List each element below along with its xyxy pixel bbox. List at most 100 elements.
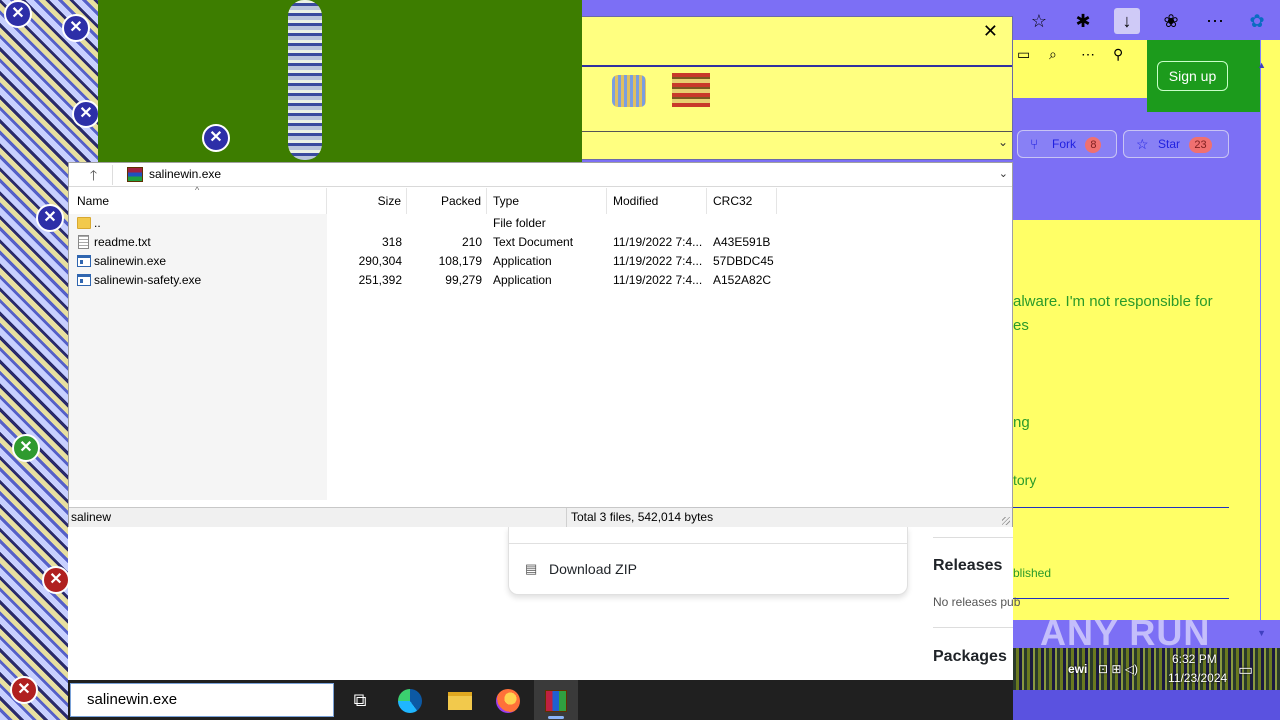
file-name: .. — [94, 216, 101, 230]
status-total: Total 3 files, 542,014 bytes — [566, 508, 713, 527]
divider — [933, 537, 1013, 538]
file-type: Application — [493, 273, 552, 287]
taskbar: ⧉ — [68, 680, 1013, 720]
folder-icon[interactable]: ▭ — [1017, 46, 1030, 63]
zip-file-icon: ▤ — [525, 561, 538, 576]
archive-path[interactable]: salinewin.exe — [149, 167, 221, 181]
file-modified: 11/19/2022 7:4... — [613, 273, 703, 287]
taskbar-firefox[interactable] — [486, 680, 530, 720]
star-button[interactable]: ☆ Star 23 — [1123, 130, 1229, 158]
status-bar: salinew Total 3 files, 542,014 bytes — [69, 507, 1012, 527]
winrar-icon — [545, 689, 567, 712]
file-row-parent[interactable]: .. File folder — [69, 214, 777, 233]
edge-icon — [398, 688, 422, 713]
file-row[interactable]: salinewin.exe 290,304 108,179 Applicatio… — [69, 252, 777, 271]
column-header-crc32[interactable]: CRC32 — [707, 188, 777, 214]
divider — [1013, 598, 1229, 599]
github-page-side: ▭ ⌕ ⋯ ⚲ Sign up ⑂ Fork 8 ☆ Star 23 alwar… — [1013, 40, 1280, 638]
application-icon — [77, 255, 91, 267]
glitch-close-icon: ✕ — [12, 434, 40, 462]
scroll-down-icon[interactable]: ▼ — [1257, 628, 1266, 638]
glitch-close-icon: ✕ — [62, 14, 90, 42]
winrar-archive-icon — [127, 167, 143, 182]
file-type: File folder — [493, 216, 546, 230]
releases-published-text: blished — [1013, 566, 1052, 580]
task-view-button[interactable]: ⧉ — [338, 680, 382, 720]
network-icon[interactable]: ⊡ ⊞ ◁) — [1098, 662, 1138, 676]
signup-area: Sign up — [1147, 40, 1260, 112]
scrollbar[interactable] — [1260, 40, 1268, 620]
packages-heading[interactable]: Packages — [933, 648, 1007, 666]
close-icon[interactable]: ✕ — [983, 21, 998, 42]
file-crc32: A152A82C — [713, 273, 772, 287]
download-panel: ✕ ▭ ⌄ — [582, 16, 1031, 160]
file-name: salinewin-safety.exe — [94, 273, 202, 287]
about-link[interactable]: ng — [1013, 414, 1030, 431]
file-name: readme.txt — [94, 235, 151, 249]
tray-clock[interactable]: 6:32 PM — [1172, 652, 1217, 666]
about-link[interactable]: tory — [1013, 472, 1036, 488]
up-folder-button[interactable]: 🡑 — [75, 165, 113, 185]
notification-icon[interactable]: ▭ — [1238, 660, 1253, 680]
downloads-icon[interactable]: ↓ — [1114, 8, 1140, 34]
glitch-close-icon: ✕ — [202, 124, 230, 152]
file-row[interactable]: readme.txt 318 210 Text Document 11/19/2… — [69, 233, 777, 252]
address-bar: 🡑 salinewin.exe ⌄ — [69, 163, 1012, 187]
winrar-window: 🡑 salinewin.exe ⌄ Name ^ Size Packed Typ… — [68, 162, 1013, 527]
tray-app-label[interactable]: ewi — [1068, 662, 1087, 676]
column-header-packed[interactable]: Packed — [407, 188, 487, 214]
chevron-down-icon[interactable]: ⌄ — [999, 167, 1008, 180]
file-crc32: A43E591B — [713, 235, 771, 249]
star-icon: ☆ — [1136, 136, 1149, 152]
column-header-modified[interactable]: Modified — [607, 188, 707, 214]
column-header-size[interactable]: Size — [327, 188, 407, 214]
divider — [1013, 507, 1229, 508]
chevron-down-icon[interactable]: ⌄ — [998, 135, 1008, 149]
resize-grip[interactable] — [1002, 517, 1010, 525]
search-icon[interactable]: ⌕ — [1049, 46, 1057, 63]
star-count: 23 — [1189, 137, 1212, 153]
no-releases-text: No releases pub — [933, 595, 1021, 609]
file-type: Application — [493, 254, 552, 268]
glitch-coil — [288, 0, 322, 160]
desktop-green-area: ✕ — [98, 0, 582, 162]
download-thumbnail — [672, 73, 710, 107]
column-header-type[interactable]: Type — [487, 188, 607, 214]
extensions-icon[interactable]: ✱ — [1070, 8, 1096, 34]
taskbar-search-box[interactable] — [70, 683, 334, 717]
glitch-close-icon: ✕ — [36, 204, 64, 232]
collections-icon[interactable]: ❀ — [1158, 8, 1184, 34]
taskbar-search-input[interactable] — [87, 691, 317, 708]
file-row[interactable]: salinewin-safety.exe 251,392 99,279 Appl… — [69, 271, 777, 290]
taskbar-edge[interactable] — [388, 680, 432, 720]
fork-count: 8 — [1085, 137, 1102, 153]
sort-ascending-icon: ^ — [195, 185, 200, 195]
tray-date[interactable]: 11/23/2024 — [1168, 671, 1227, 685]
more-icon[interactable]: ⋯ — [1081, 46, 1095, 63]
watermark-logo: ANY RUN — [1040, 612, 1211, 653]
pin-icon[interactable]: ⚲ — [1113, 46, 1123, 63]
text-file-icon — [78, 235, 89, 249]
about-text-line: alware. I'm not responsible for — [1013, 293, 1213, 310]
scroll-up-icon[interactable]: ▲ — [1257, 60, 1266, 70]
fork-label: Fork — [1052, 137, 1076, 151]
tray-bottom-strip — [1013, 690, 1280, 720]
status-selection: salinew — [71, 510, 112, 524]
github-page-content: ▤ Download ZIP Releases No releases pub … — [68, 527, 1020, 680]
download-thumbnail — [612, 75, 646, 107]
releases-heading[interactable]: Releases — [933, 557, 1002, 575]
page-toolbar: ▭ ⌕ ⋯ ⚲ — [1013, 40, 1147, 98]
task-view-icon: ⧉ — [353, 690, 367, 710]
code-dropdown-menu: ▤ Download ZIP — [508, 527, 908, 595]
sign-up-button[interactable]: Sign up — [1157, 61, 1228, 91]
copilot-icon[interactable]: ✿ — [1244, 8, 1270, 34]
more-icon[interactable]: ⋯ — [1202, 8, 1228, 34]
download-zip-item[interactable]: Download ZIP — [549, 561, 637, 577]
fork-button[interactable]: ⑂ Fork 8 — [1017, 130, 1117, 158]
file-name: salinewin.exe — [94, 254, 167, 268]
favorites-icon[interactable]: ☆ — [1026, 8, 1052, 34]
taskbar-winrar[interactable] — [534, 680, 578, 720]
taskbar-file-explorer[interactable] — [438, 680, 482, 720]
divider — [582, 65, 1012, 67]
glitch-close-icon: ✕ — [10, 676, 38, 704]
